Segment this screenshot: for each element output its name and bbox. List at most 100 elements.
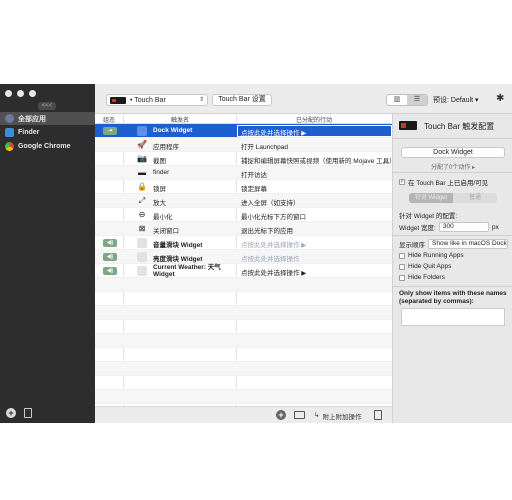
table-row[interactable]: ◀) Current Weather: 天气 Widget 点按此处并选择操作 ▶ — [95, 264, 392, 278]
hide-running-apps-row[interactable]: Hide Running Apps — [399, 252, 464, 259]
sidebar-item-all-apps[interactable]: 全部应用 — [0, 112, 95, 125]
option-label: Hide Quit Apps — [408, 263, 452, 270]
assigned-action[interactable]: 点按此处并选择操作 ▶ — [241, 239, 306, 249]
table-row[interactable]: 🚀 应用程序 打开 Launchpad — [95, 138, 392, 152]
add-trigger-button[interactable]: + — [276, 410, 286, 420]
assigned-action[interactable]: 点按此处并选择操作 ▶ — [241, 267, 306, 277]
empty-row — [95, 320, 392, 334]
widget-type-select[interactable]: Dock Widget — [401, 147, 505, 158]
order-label: 显示顺序 — [399, 242, 425, 249]
table-footer: + ↳ 附上附加操作 — [95, 406, 392, 423]
assigned-action[interactable]: 退出光标下的应用 — [241, 225, 293, 235]
width-unit: px — [491, 223, 499, 231]
table-row[interactable]: ⊖ 最小化 最小化光标下方的窗口 — [95, 208, 392, 222]
table-row[interactable]: ◀) 亮度滑块 Widget 点按此处并选择操作 — [95, 250, 392, 264]
empty-row — [95, 362, 392, 376]
trigger-icon: ⤢ — [138, 196, 146, 205]
names-filter-input[interactable] — [401, 308, 505, 326]
trash-icon[interactable] — [374, 410, 382, 420]
gear-icon[interactable]: ✱ — [496, 93, 504, 104]
speaker-icon: ◀) — [103, 253, 117, 261]
option-label: Hide Running Apps — [408, 252, 464, 259]
enabled-label: 在 Touch Bar 上已启用/可见 — [408, 180, 489, 187]
trigger-name: Current Weather: 天气 Widget — [153, 264, 221, 278]
trigger-name: 亮度滑块 Widget — [153, 256, 203, 263]
checkbox[interactable] — [399, 263, 405, 270]
sidebar-collapse-button[interactable]: <<< — [38, 102, 56, 110]
normal-mode-button[interactable]: 普通 — [453, 193, 497, 203]
dock-group-icon: ⇥ — [103, 127, 117, 135]
header-group[interactable]: 组态 — [103, 115, 115, 124]
trigger-name: 关闭窗口 — [153, 228, 179, 235]
assigned-action[interactable]: 锁定屏幕 — [241, 183, 267, 193]
width-input[interactable]: 300 — [438, 222, 489, 232]
trigger-icon: 🔒 — [137, 182, 147, 191]
folder-icon[interactable] — [294, 411, 305, 419]
checkmark-icon[interactable]: ✓ — [399, 179, 405, 185]
trigger-icon: ⊠ — [138, 224, 146, 233]
hide-quit-apps-row[interactable]: Hide Quit Apps — [399, 263, 451, 270]
assigned-action[interactable]: 进入全屏（如支持） — [241, 197, 300, 207]
empty-row — [95, 306, 392, 320]
speaker-icon: ◀) — [103, 267, 117, 275]
assigned-action[interactable]: 点按此处并选择操作 ▶ — [241, 127, 306, 137]
hide-folders-row[interactable]: Hide Folders — [399, 274, 445, 281]
widget-config-label: 针对 Widget 的配置: — [399, 213, 458, 220]
assigned-action[interactable]: 点按此处并选择操作 — [241, 253, 300, 263]
divider — [393, 286, 512, 287]
trigger-name: 截图 — [153, 158, 166, 165]
all-apps-icon — [5, 114, 14, 123]
header-trigger[interactable]: 触发名 — [171, 115, 189, 124]
touchbar-select[interactable]: • Touch Bar ⇕ — [106, 94, 208, 106]
touchbar-settings-button[interactable]: Touch Bar 设置 — [212, 94, 272, 106]
divider — [393, 138, 512, 139]
sidebar-item-google-chrome[interactable]: Google Chrome — [0, 140, 95, 153]
sidebar-item-finder[interactable]: Finder — [0, 126, 95, 139]
column-view-button[interactable]: ▥ — [387, 95, 407, 105]
finder-icon — [5, 128, 14, 137]
table-row[interactable]: ⤢ 放大 进入全屏（如支持） — [95, 194, 392, 208]
assigned-action[interactable]: 捕捉和编辑屏幕快照或视频（使用新的 Mojave 工具） — [241, 155, 396, 165]
table-header: 组态 触发名 已分配的行动 — [95, 114, 392, 124]
add-app-button[interactable]: + — [6, 408, 16, 418]
header-action[interactable]: 已分配的行动 — [296, 115, 332, 124]
table-row[interactable]: ◀) 音量滑块 Widget 点按此处并选择操作 ▶ — [95, 236, 392, 250]
empty-row — [95, 278, 392, 292]
append-action-button[interactable]: ↳ 附上附加操作 — [314, 411, 361, 421]
close-window-button[interactable] — [5, 90, 12, 97]
empty-row — [95, 390, 392, 404]
table-row[interactable]: ⇥ Dock Widget 点按此处并选择操作 ▶ — [95, 124, 392, 138]
assigned-actions-link[interactable]: 分配了0个动作 ▸ — [393, 162, 512, 171]
chrome-icon — [5, 142, 14, 151]
assigned-action[interactable]: 打开 Launchpad — [241, 141, 288, 151]
widget-mode-button[interactable]: 针对 Widget — [409, 193, 453, 203]
window-controls — [5, 90, 36, 97]
table-row[interactable]: 📷 截图 捕捉和编辑屏幕快照或视频（使用新的 Mojave 工具） — [95, 152, 396, 166]
sidebar-footer: + — [6, 408, 32, 418]
list-view-button[interactable]: ☰ — [407, 95, 427, 105]
enabled-checkbox-row[interactable]: ✓ 在 Touch Bar 上已启用/可见 — [399, 177, 488, 187]
minimize-window-button[interactable] — [17, 90, 24, 97]
empty-row — [95, 334, 392, 348]
trigger-table: 组态 触发名 已分配的行动 ⇥ Dock Widget 点按此处并选择操作 ▶ 🚀 应用… — [95, 114, 396, 423]
trigger-name: Dock Widget — [153, 127, 193, 134]
table-row[interactable]: 🔒 锁屏 锁定屏幕 — [95, 180, 392, 194]
checkbox[interactable] — [399, 252, 405, 259]
checkbox[interactable] — [399, 274, 405, 281]
trigger-icon — [137, 126, 147, 136]
assigned-action[interactable]: 最小化光标下方的窗口 — [241, 211, 306, 221]
trigger-name: 音量滑块 Widget — [153, 242, 203, 249]
zoom-window-button[interactable] — [29, 90, 36, 97]
table-row[interactable]: ⊠ 关闭窗口 退出光标下的应用 — [95, 222, 392, 236]
preset-selector[interactable]: 预设: Default ▾ — [433, 95, 479, 105]
option-label: Hide Folders — [408, 274, 445, 281]
assigned-action[interactable]: 打开访达 — [241, 169, 267, 179]
divider — [393, 172, 512, 173]
order-select[interactable]: Show like in macOS Dock — [428, 239, 508, 249]
table-row[interactable]: ▬ finder 打开访达 — [95, 166, 392, 180]
trigger-icon: ▬ — [138, 168, 146, 177]
trash-icon[interactable] — [24, 408, 32, 418]
trigger-icon: ⊖ — [138, 210, 146, 219]
toolbar: • Touch Bar ⇕ Touch Bar 设置 ▥ ☰ 预设: Defau… — [95, 84, 512, 114]
chevron-down-icon: ▾ — [475, 97, 479, 104]
